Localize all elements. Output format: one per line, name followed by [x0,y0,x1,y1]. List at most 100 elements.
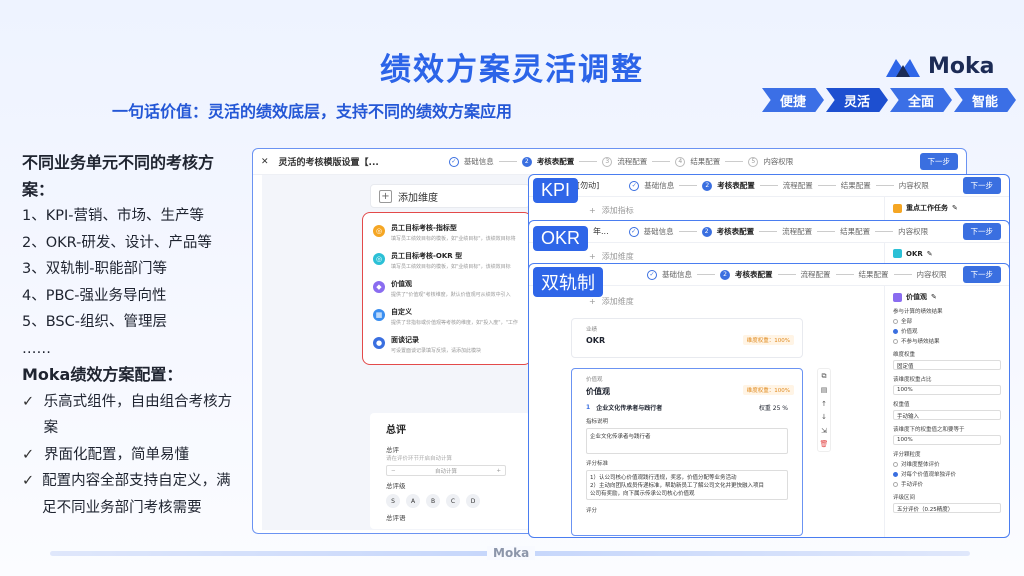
collapse-icon[interactable]: ⇲ [821,427,827,435]
desc-input[interactable]: 企业文化传承者与践行者 [586,428,788,454]
check-text: 界面化配置，简单易懂 [44,446,189,463]
page-subtitle: 一句话价值：灵活的绩效底层，支持不同的绩效方案应用 [112,102,513,121]
progress-label[interactable]: 考核表配置 [717,180,755,191]
minus-icon[interactable]: − [391,468,396,474]
item-weight[interactable]: 权重 25 % [759,403,788,412]
delete-icon[interactable]: 🗑 [820,440,829,448]
option-okr[interactable]: ◎ 员工目标考核-OKR 型填写员工绩效目标的模板，如"业绩目标"，该绩效目标 [373,251,531,270]
next-button[interactable]: 下一步 [962,177,1001,194]
weight-badge: 维度权重：100% [742,385,794,395]
progress-label[interactable]: 基础信息 [662,269,692,280]
option-interview[interactable]: ● 面谈记录 可设置面谈记录填写反馈，请添加此模块 [373,335,531,354]
option-custom[interactable]: ▦ 自定义 提供了非指标或价值观等考核的维度，如"投入度"，"工作 [373,307,531,326]
progress-label[interactable]: 考核表配置 [717,226,755,237]
edit-icon[interactable]: ✎ [927,250,933,258]
progress-label[interactable]: 考核表配置 [537,156,575,167]
total-title: 总评 [386,425,406,436]
progress-label[interactable]: 内容权限 [763,156,793,167]
option-desc: 填写员工绩效目标的模板，如"业绩目标"，该绩效目标将 [391,236,516,242]
progress-label[interactable]: 结果配置 [690,156,720,167]
item-name: 企业文化传承者与践行者 [596,405,663,412]
radio-overall[interactable]: 对维度整体评价 [893,460,1001,468]
radio-manual[interactable]: 手动评价 [893,480,1001,488]
rating-range-select[interactable]: 五分评价（0.25精度） [893,503,1001,513]
grade-chip[interactable]: A [406,494,420,508]
progress-label[interactable]: 基础信息 [644,226,674,237]
progress-label[interactable]: 内容权限 [917,269,947,280]
std-input[interactable]: 1）认公司核心价值观践行违规，奖惩，价值分配等业务活动 2）主动向团队成员传递标… [586,470,788,500]
diamond-icon [893,292,902,302]
add-dimension-button[interactable]: + 添加维度 [589,296,634,307]
add-label: 添加维度 [601,297,634,306]
radio-values[interactable]: 价值观 [893,327,1001,335]
progress-label[interactable]: 结果配置 [859,269,889,280]
progress-label[interactable]: 内容权限 [898,226,928,237]
footer-logo: Moka [487,546,536,560]
progress-label[interactable]: 流程配置 [783,180,813,191]
plus-icon: + [589,252,596,261]
radio-each[interactable]: 对每个价值观单独评价 [893,470,1001,478]
comment-label: 总评语 [386,514,406,522]
plus-icon: + [379,189,392,203]
grade-chip[interactable]: C [446,494,460,508]
side-title: 价值观 [906,293,927,301]
step-number-icon: 5 [748,156,759,167]
okr-icon: ◎ [373,253,385,265]
option-desc: 提供了"价值观"考核维度，默认价值观可从绩效中引入 [391,292,511,298]
close-icon[interactable]: ✕ [261,157,269,167]
edit-icon[interactable]: ✎ [952,204,958,212]
progress-label[interactable]: 流程配置 [801,269,831,280]
grade-chip[interactable]: S [386,494,400,508]
grade-chip[interactable]: D [466,494,480,508]
radio-label: 全部 [901,319,913,325]
progress-label[interactable]: 流程配置 [782,226,812,237]
option-indicator[interactable]: ◎ 员工目标考核-指标型 填写员工绩效目标的模板，如"业绩目标"，该绩效目标将 [373,223,531,242]
progress-label[interactable]: 基础信息 [464,156,494,167]
weight-sum-input[interactable]: 100% [893,435,1001,445]
move-up-icon[interactable]: ↑ [821,400,827,408]
std-line: 公司有奖励，向下属示传承公司核心价值观 [590,491,695,497]
next-button[interactable]: 下一步 [919,153,958,170]
radio-exclude[interactable]: 不参与绩效结果 [893,337,1001,345]
add-dimension-button[interactable]: + 添加维度 [370,184,530,208]
window-title: [勿动] [577,181,600,190]
check-icon: ✓ [647,269,657,280]
weight-value-select[interactable]: 手动输入 [893,410,1001,420]
item-index: 1 [586,404,591,411]
grade-chip[interactable]: B [426,494,440,508]
field-label: 权重值 [893,402,910,408]
copy-icon[interactable]: ⧉ [822,372,827,381]
progress-label[interactable]: 流程配置 [617,156,647,167]
weight-ratio-input[interactable]: 100% [893,385,1001,395]
progress-steps: ✓ 基础信息 2 考核表配置 3 流程配置 4 结果配置 5 内容权限 [448,156,793,167]
option-title: 价值观 [391,280,412,288]
radio-all[interactable]: 全部 [893,317,1001,325]
progress-label[interactable]: 结果配置 [840,226,870,237]
value-item-row[interactable]: 1 企业文化传承者与践行者 权重 25 % [586,403,788,412]
auto-calc-stepper[interactable]: − 自动计算 + [386,465,506,476]
option-values[interactable]: ◆ 价值观提供了"价值观"考核维度，默认价值观可从绩效中引入 [373,279,531,298]
step-number-icon: 2 [521,156,532,167]
progress-label[interactable]: 内容权限 [899,180,929,191]
option-title: 面谈记录 [391,336,419,344]
move-down-icon[interactable]: ↓ [821,413,827,421]
values-dimension-card[interactable]: 价值观 价值观 维度权重：100% 1 企业文化传承者与践行者 权重 25 % 指标… [571,368,803,536]
okr-dimension-card[interactable]: 业绩 OKR 维度权重：100% [571,318,803,358]
weight-type-select[interactable]: 固定值 [893,360,1001,370]
progress-label[interactable]: 考核表配置 [735,269,773,280]
chat-icon: ● [373,337,385,349]
add-dimension-button[interactable]: + 添加维度 [589,251,634,262]
next-button[interactable]: 下一步 [962,266,1001,283]
diamond-icon: ◆ [373,281,385,293]
step-number-icon: 3 [602,156,613,167]
card-toolbar: ⧉ ▤ ↑ ↓ ⇲ 🗑 [817,368,831,452]
add-indicator-button[interactable]: + 添加指标 [589,205,634,216]
save-icon[interactable]: ▤ [821,386,828,394]
progress-label[interactable]: 基础信息 [644,180,674,191]
plus-icon[interactable]: + [496,468,501,474]
next-button[interactable]: 下一步 [962,223,1001,240]
progress-steps: ✓ 基础信息 2 考核表配置 流程配置 结果配置 内容权限 [629,180,929,191]
desc-label: 指标说明 [586,419,609,425]
edit-icon[interactable]: ✎ [931,293,937,301]
progress-label[interactable]: 结果配置 [841,180,871,191]
